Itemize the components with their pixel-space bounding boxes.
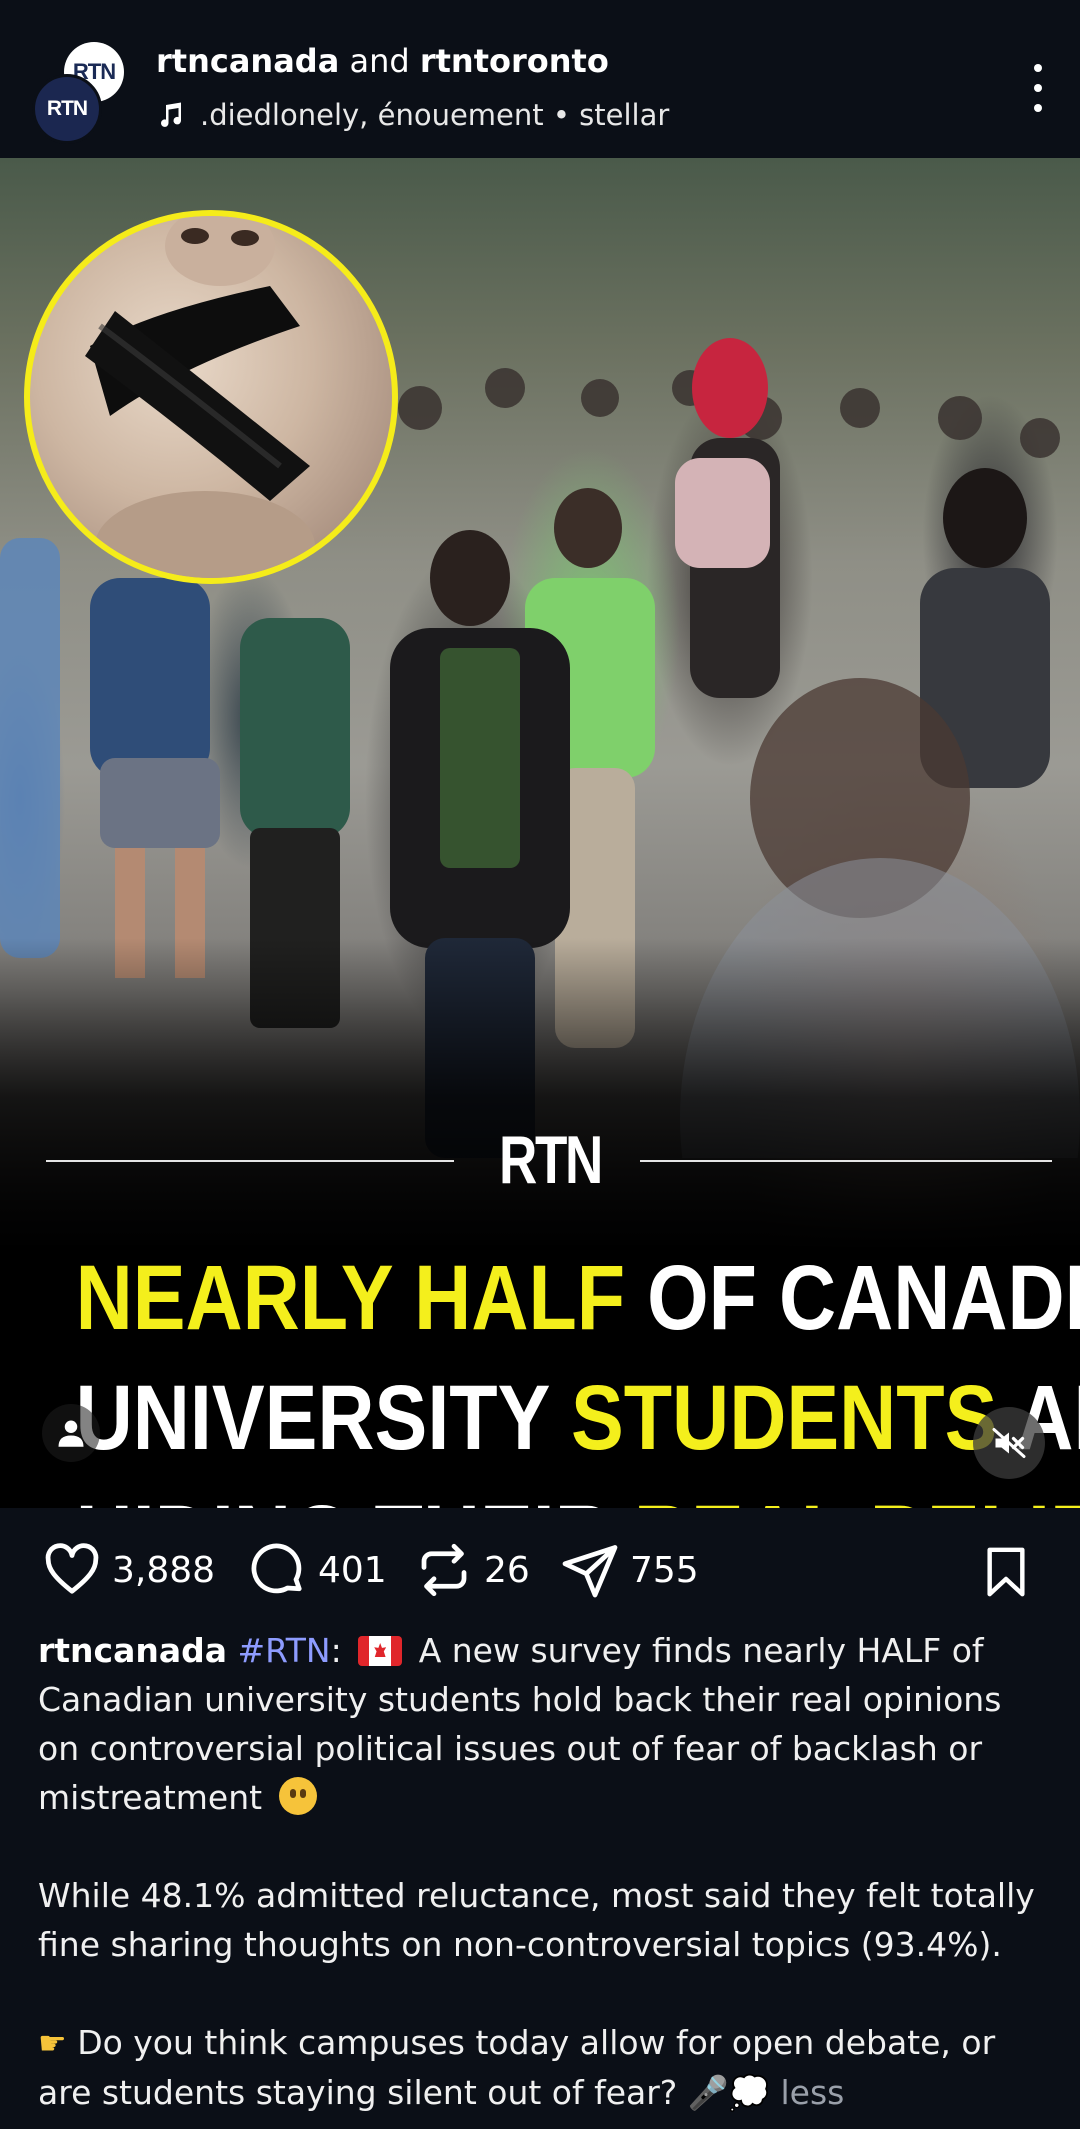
caption-hashtag[interactable]: #RTN: [238, 1631, 331, 1670]
mute-toggle-button[interactable]: [973, 1407, 1045, 1479]
headline-text: HIDING THEIR: [76, 1487, 634, 1508]
audio-attribution[interactable]: .diedlonely, énouement • stellar: [156, 98, 669, 132]
author-separator: and: [349, 42, 410, 80]
music-note-icon: [161, 102, 182, 127]
muted-speaker-icon: [992, 1428, 1026, 1458]
headline-highlight: REAL BELIEFS: [634, 1487, 1080, 1508]
collab-avatars[interactable]: RTN RTN: [30, 38, 140, 144]
headline-highlight: NEARLY HALF: [75, 1247, 648, 1349]
author-rtncanada[interactable]: rtncanada: [156, 42, 339, 80]
post-media[interactable]: RTN NEARLY HALF OF CANADIAN UNIVERSITY S…: [0, 158, 1080, 1508]
heart-icon: [45, 1543, 99, 1594]
repost-count: 26: [484, 1549, 530, 1591]
share-count: 755: [630, 1549, 699, 1591]
caption-less-link[interactable]: less: [781, 2073, 845, 2112]
avatar-rtncanada[interactable]: RTN: [32, 74, 102, 144]
headline-line-1: NEARLY HALF OF CANADIAN: [75, 1238, 1080, 1358]
no-mouth-face-icon: [278, 1777, 317, 1815]
headline: NEARLY HALF OF CANADIAN UNIVERSITY STUDE…: [0, 1238, 1080, 1508]
more-options-button[interactable]: [1026, 64, 1050, 112]
like-button[interactable]: 3,888: [42, 1538, 215, 1602]
headline-text: UNIVERSITY: [75, 1367, 571, 1469]
caption-paragraph-2: While 48.1% admitted reluctance, most sa…: [38, 1876, 1035, 1964]
audio-track-label: .diedlonely, énouement • stellar: [200, 98, 670, 132]
post-caption: rtncanada #RTN: A new survey finds nearl…: [38, 1626, 1048, 2117]
canada-flag-icon: [358, 1636, 403, 1666]
bookmark-icon: [987, 1547, 1025, 1597]
headline-highlight: STUDENTS: [570, 1367, 1017, 1469]
caption-paragraph-3: ☛ Do you think campuses today allow for …: [38, 2018, 1048, 2117]
share-button[interactable]: 755: [560, 1538, 699, 1602]
tagged-people-button[interactable]: [42, 1404, 100, 1462]
caption-paragraph-1: rtncanada #RTN: A new survey finds nearl…: [38, 1626, 1048, 1822]
save-button[interactable]: [978, 1540, 1034, 1604]
repost-button[interactable]: 26: [414, 1538, 530, 1602]
post-header: RTN RTN rtncanada and rtntoronto .diedlo…: [0, 0, 1080, 158]
action-bar: 3,888 401 26 755: [0, 1508, 1080, 1628]
taped-mouth-inset: [24, 210, 398, 584]
comment-bubble-icon: [251, 1543, 302, 1594]
headline-line-3: HIDING THEIR REAL BELIEFS: [76, 1478, 1080, 1508]
caption-emoji: 🎤💭: [687, 2073, 771, 2112]
brand-logo: RTN: [498, 1122, 603, 1198]
more-dot-icon: [1034, 84, 1042, 92]
paper-plane-icon: [562, 1545, 618, 1598]
headline-line-2: UNIVERSITY STUDENTS ARE: [75, 1358, 1080, 1478]
post-authors: rtncanada and rtntoronto: [156, 42, 609, 80]
comment-count: 401: [318, 1549, 387, 1591]
comment-button[interactable]: 401: [248, 1538, 387, 1602]
caption-question: Do you think campuses today allow for op…: [38, 2023, 996, 2112]
caption-colon: :: [330, 1631, 342, 1670]
like-count: 3,888: [112, 1549, 216, 1591]
author-rtntoronto[interactable]: rtntoronto: [420, 42, 609, 80]
repost-icon: [421, 1543, 467, 1597]
brand-divider-left: [46, 1160, 454, 1162]
more-dot-icon: [1034, 104, 1042, 112]
brand-divider-right: [640, 1160, 1052, 1162]
person-icon: [58, 1420, 84, 1447]
headline-text: OF CANADIAN: [647, 1247, 1080, 1349]
caption-username[interactable]: rtncanada: [38, 1631, 227, 1670]
pointing-hand-icon: ☛: [38, 2024, 67, 2062]
more-dot-icon: [1034, 64, 1042, 72]
taped-mouth-image: [85, 216, 315, 578]
